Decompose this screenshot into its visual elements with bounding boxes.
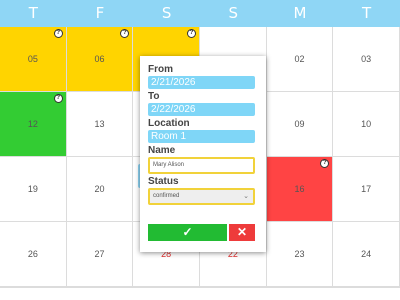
- day-number: 13: [94, 119, 105, 129]
- calendar-day-cell[interactable]: 27: [66, 222, 134, 287]
- calendar-day-cell[interactable]: 02: [266, 27, 334, 92]
- calendar-day-cell[interactable]: 26: [0, 222, 67, 287]
- day-number: 10: [361, 119, 372, 129]
- weekday-label: T: [362, 4, 372, 22]
- status-select-value: confirmed: [153, 193, 180, 199]
- to-label: To: [148, 91, 160, 102]
- calendar-day-cell[interactable]: 10: [333, 92, 400, 157]
- weekday-label: S: [161, 4, 172, 22]
- help-icon[interactable]: ?: [53, 94, 63, 103]
- calendar-day-cell[interactable]: 17: [333, 157, 400, 222]
- location-field[interactable]: Room 1: [148, 130, 255, 143]
- help-icon[interactable]: ?: [53, 29, 63, 38]
- calendar-day-cell[interactable]: 23: [266, 222, 334, 287]
- from-date-field[interactable]: 2/21/2026: [148, 76, 255, 89]
- day-number: 09: [294, 119, 305, 129]
- calendar-day-cell[interactable]: 06?: [66, 27, 134, 92]
- from-label: From: [148, 64, 173, 75]
- calendar-bottom-edge: [0, 287, 400, 300]
- calendar-day-cell[interactable]: 19: [0, 157, 67, 222]
- name-input[interactable]: Mary Alison: [148, 157, 255, 174]
- day-number: 05: [27, 54, 38, 64]
- calendar-day-cell[interactable]: 12?: [0, 92, 67, 157]
- confirm-button[interactable]: ✓: [148, 224, 227, 241]
- weekday-label: S: [228, 4, 239, 22]
- weekday-header: T F S S M T: [0, 0, 400, 27]
- calendar-day-cell[interactable]: 20: [66, 157, 134, 222]
- day-number: 02: [294, 54, 305, 64]
- name-label: Name: [148, 145, 176, 156]
- weekday-label: M: [293, 4, 307, 22]
- day-number: 20: [94, 184, 105, 194]
- weekday-label: F: [95, 4, 105, 22]
- day-number: 19: [27, 184, 38, 194]
- weekday-label: T: [28, 4, 38, 22]
- close-icon: ✕: [236, 225, 248, 239]
- status-select[interactable]: confirmed ⌄: [148, 188, 255, 205]
- day-number: 06: [94, 54, 105, 64]
- popup-actions: ✓ ✕: [148, 224, 255, 241]
- cancel-button[interactable]: ✕: [229, 224, 255, 241]
- day-number: 23: [294, 249, 305, 259]
- day-number: 16: [294, 184, 305, 194]
- location-label: Location: [148, 118, 190, 129]
- help-icon[interactable]: ?: [320, 159, 330, 168]
- calendar-day-cell[interactable]: 24: [333, 222, 400, 287]
- calendar-day-cell[interactable]: 16?: [266, 157, 334, 222]
- help-icon[interactable]: ?: [120, 29, 130, 38]
- calendar-day-cell[interactable]: 05?: [0, 27, 67, 92]
- chevron-down-icon: ⌄: [243, 193, 249, 200]
- calendar-day-cell[interactable]: 13: [66, 92, 134, 157]
- day-number: 24: [361, 249, 372, 259]
- calendar-app: T F S S M T 05?06??020312?1309101920?16?…: [0, 0, 400, 300]
- help-icon[interactable]: ?: [186, 29, 196, 38]
- day-number: 03: [361, 54, 372, 64]
- day-number: 17: [361, 184, 372, 194]
- calendar-day-cell[interactable]: 09: [266, 92, 334, 157]
- day-number: 27: [94, 249, 105, 259]
- to-date-field[interactable]: 2/22/2026: [148, 103, 255, 116]
- day-number: 26: [27, 249, 38, 259]
- day-number: 12: [27, 119, 38, 129]
- calendar-day-cell[interactable]: 03: [333, 27, 400, 92]
- check-icon: ✓: [182, 225, 193, 239]
- status-label: Status: [148, 176, 179, 187]
- booking-popup: From 2/21/2026 To 2/22/2026 Location Roo…: [140, 56, 266, 252]
